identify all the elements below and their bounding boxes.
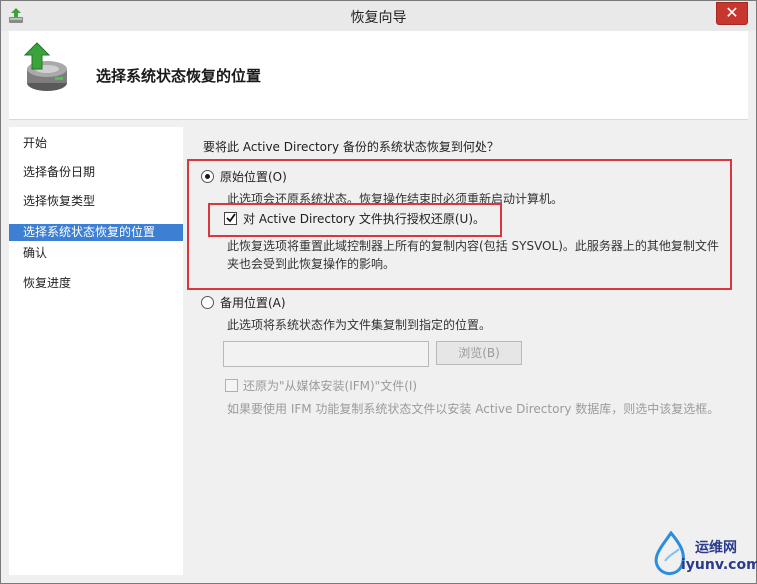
- original-location-radio[interactable]: [201, 170, 214, 183]
- step-item-recovery-type[interactable]: 选择恢复类型: [9, 193, 183, 210]
- step-item-restore-location[interactable]: 选择系统状态恢复的位置: [9, 224, 183, 241]
- step-item-progress[interactable]: 恢复进度: [9, 275, 183, 292]
- title-bar: 恢复向导 ✕: [1, 1, 756, 31]
- browse-button[interactable]: 浏览(B): [436, 341, 522, 365]
- step-item-confirm[interactable]: 确认: [9, 245, 183, 262]
- close-button[interactable]: ✕: [716, 2, 748, 25]
- wizard-header: 选择系统状态恢复的位置: [9, 31, 748, 120]
- system-state-restore-icon: [23, 42, 67, 91]
- original-location-label[interactable]: 原始位置(O): [220, 168, 287, 185]
- authoritative-description-line2: 夹也会受到此恢复操作的影响。: [227, 257, 396, 271]
- wizard-steps-sidebar: 开始 选择备份日期 选择恢复类型 选择系统状态恢复的位置 确认 恢复进度: [9, 127, 183, 575]
- authoritative-restore-checkbox[interactable]: [224, 212, 237, 225]
- step-item-backup-date[interactable]: 选择备份日期: [9, 164, 183, 181]
- page-heading: 选择系统状态恢复的位置: [96, 67, 262, 85]
- window-title: 恢复向导: [350, 10, 407, 26]
- restore-question: 要将此 Active Directory 备份的系统状态恢复到何处？: [203, 140, 499, 154]
- ifm-restore-label[interactable]: 还原为"从媒体安装(IFM)"文件(I): [243, 377, 417, 394]
- wizard-window: 恢复向导 ✕ 选择系统状态恢复的位置 开始 选择备份日期 选择恢复类型 选择系统…: [0, 0, 757, 584]
- alternate-path-input[interactable]: [223, 341, 429, 367]
- alternate-location-label[interactable]: 备用位置(A): [220, 294, 286, 311]
- authoritative-restore-label[interactable]: 对 Active Directory 文件执行授权还原(U)。: [243, 210, 485, 227]
- site-watermark: 运维网 iyunv.com: [651, 529, 757, 581]
- step-item-start[interactable]: 开始: [9, 135, 183, 152]
- alternate-location-description: 此选项将系统状态作为文件集复制到指定的位置。: [227, 318, 492, 332]
- watermark-domain: iyunv.com: [681, 557, 757, 573]
- authoritative-description-line1: 此恢复选项将重置此域控制器上所有的复制内容(包括 SYSVOL)。此服务器上的其…: [227, 239, 719, 253]
- ifm-restore-description: 如果要使用 IFM 功能复制系统状态文件以安装 Active Directory…: [227, 402, 720, 416]
- checkmark-icon: [226, 213, 236, 223]
- alternate-location-radio[interactable]: [201, 296, 214, 309]
- ifm-restore-checkbox[interactable]: [225, 379, 238, 392]
- watermark-brand: 运维网: [695, 540, 737, 556]
- main-panel: 要将此 Active Directory 备份的系统状态恢复到何处？ 原始位置(…: [183, 127, 748, 575]
